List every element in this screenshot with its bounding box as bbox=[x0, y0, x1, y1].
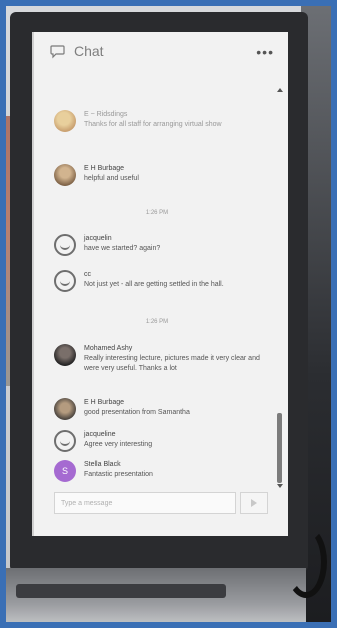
message-text: Fantastic presentation bbox=[84, 471, 153, 478]
message-sender: E H Burbage bbox=[84, 399, 125, 406]
chat-header: Chat ••• bbox=[34, 32, 288, 70]
scrollbar[interactable] bbox=[277, 88, 283, 488]
message-text: Thanks for all staff for arranging virtu… bbox=[84, 121, 222, 128]
send-button[interactable] bbox=[240, 492, 268, 514]
message-text: Agree very interesting bbox=[84, 441, 153, 448]
scroll-thumb[interactable] bbox=[277, 413, 282, 483]
cable bbox=[285, 526, 327, 598]
laptop-hinge bbox=[16, 584, 226, 598]
avatar bbox=[54, 430, 76, 452]
photo-frame: Chat ••• E ~ Ridsdings Thanks for all st… bbox=[6, 6, 331, 622]
list-item: E H Burbage good presentation from Saman… bbox=[54, 398, 264, 420]
avatar bbox=[54, 164, 76, 186]
message-text: helpful and useful bbox=[84, 175, 139, 182]
message-sender: E ~ Ridsdings bbox=[84, 111, 128, 118]
message-input[interactable] bbox=[54, 492, 236, 514]
message-list[interactable]: E ~ Ridsdings Thanks for all staff for a… bbox=[34, 92, 280, 482]
message-text: good presentation from Samantha bbox=[84, 409, 190, 416]
message-sender: E H Burbage bbox=[84, 165, 125, 172]
list-item: S Stella Black Fantastic presentation bbox=[54, 460, 264, 482]
message-sender: Mohamed Ashy bbox=[84, 345, 133, 352]
message-sender: cc bbox=[84, 271, 91, 278]
list-item: jacqueline Agree very interesting bbox=[54, 430, 264, 452]
time-separator: 1:26 PM bbox=[145, 319, 169, 325]
message-text: Really interesting lecture, pictures mad… bbox=[84, 355, 260, 372]
list-item: E ~ Ridsdings Thanks for all staff for a… bbox=[54, 110, 264, 132]
message-sender: Stella Black bbox=[84, 461, 121, 468]
message-sender: jacquelin bbox=[84, 235, 112, 242]
chat-title: Chat bbox=[74, 43, 104, 59]
message-text: have we started? again? bbox=[84, 245, 161, 252]
message-text: Not just yet - all are getting settled i… bbox=[84, 281, 224, 288]
avatar: S bbox=[54, 460, 76, 482]
avatar bbox=[54, 270, 76, 292]
message-composer bbox=[54, 492, 268, 514]
list-item: cc Not just yet - all are getting settle… bbox=[54, 270, 264, 292]
scroll-down-arrow-icon[interactable] bbox=[277, 484, 283, 488]
avatar bbox=[54, 234, 76, 256]
avatar bbox=[54, 398, 76, 420]
scroll-up-arrow-icon[interactable] bbox=[277, 88, 283, 92]
more-options-icon[interactable]: ••• bbox=[256, 44, 274, 60]
list-item: jacquelin have we started? again? bbox=[54, 234, 264, 256]
list-item: E H Burbage helpful and useful bbox=[54, 164, 264, 186]
chat-panel: Chat ••• E ~ Ridsdings Thanks for all st… bbox=[32, 32, 288, 536]
avatar bbox=[54, 344, 76, 366]
chat-bubble-icon bbox=[50, 43, 66, 59]
time-separator: 1:26 PM bbox=[145, 210, 169, 216]
message-sender: jacqueline bbox=[84, 431, 116, 438]
avatar bbox=[54, 110, 76, 132]
list-item: Mohamed Ashy Really interesting lecture,… bbox=[54, 344, 264, 374]
